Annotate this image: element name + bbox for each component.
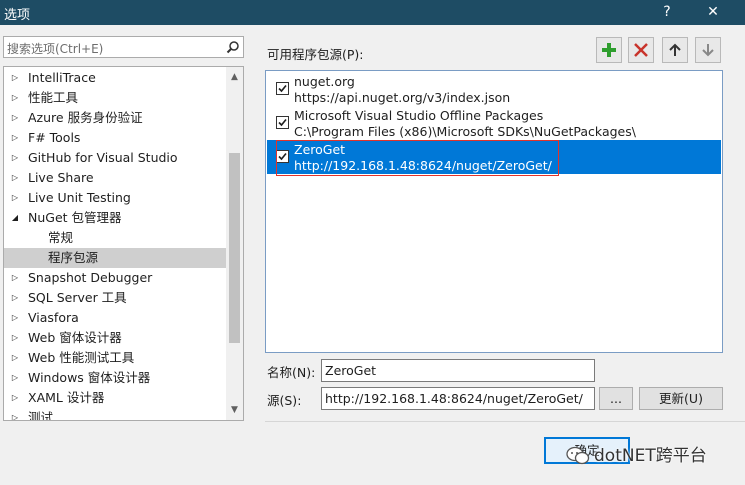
watermark-text: dotNET跨平台 (594, 446, 707, 466)
tree-item[interactable]: 程序包源 (4, 248, 226, 268)
arrow-up-icon (669, 43, 681, 56)
expand-arrow-icon[interactable]: ▷ (10, 148, 20, 168)
scroll-down-icon[interactable]: ▼ (226, 402, 243, 418)
tree-item-label: 性能工具 (28, 90, 79, 105)
source-list-item[interactable]: nuget.org https://api.nuget.org/v3/index.… (267, 72, 721, 106)
browse-button[interactable]: ... (599, 387, 633, 410)
source-label: 源(S): (267, 393, 302, 408)
tree-item-label: Live Share (28, 170, 94, 185)
source-name: Microsoft Visual Studio Offline Packages (294, 108, 544, 123)
wechat-icon (566, 446, 590, 465)
tree-scrollbar[interactable]: ▲ ▼ (226, 67, 243, 420)
collapse-arrow-icon[interactable]: ◢ (10, 208, 20, 228)
remove-source-button[interactable] (628, 37, 654, 63)
source-list-item[interactable]: Microsoft Visual Studio Offline Packages… (267, 106, 721, 140)
tree-item-label: 程序包源 (48, 250, 99, 265)
tree-item[interactable]: ▷ GitHub for Visual Studio (4, 148, 226, 168)
tree-item[interactable]: ▷ 性能工具 (4, 88, 226, 108)
move-down-button[interactable] (695, 37, 721, 63)
scroll-thumb[interactable] (229, 153, 240, 343)
expand-arrow-icon[interactable]: ▷ (10, 388, 20, 408)
tree-item[interactable]: ▷ F# Tools (4, 128, 226, 148)
expand-arrow-icon[interactable]: ▷ (10, 348, 20, 368)
update-button[interactable]: 更新(U) (639, 387, 723, 410)
tree-item-label: 测试 (28, 410, 54, 421)
expand-arrow-icon[interactable]: ▷ (10, 368, 20, 388)
expand-arrow-icon[interactable]: ▷ (10, 88, 20, 108)
options-dialog: 选项 ? ✕ 搜索选项(Ctrl+E) ▷ IntelliTrace ▷ 性能工具 ▷ A… (0, 0, 745, 485)
sources-label: 可用程序包源(P): (267, 47, 364, 62)
tree-item[interactable]: ▷ 测试 (4, 408, 226, 421)
tree-item[interactable]: 常规 (4, 228, 226, 248)
tree-item[interactable]: ▷ Windows 窗体设计器 (4, 368, 226, 388)
expand-arrow-icon[interactable]: ▷ (10, 68, 20, 88)
expand-arrow-icon[interactable]: ▷ (10, 408, 20, 420)
arrow-down-icon (702, 44, 714, 57)
tree-item[interactable]: ▷ Web 性能测试工具 (4, 348, 226, 368)
source-url: https://api.nuget.org/v3/index.json (294, 90, 511, 105)
name-field[interactable]: ZeroGet (321, 359, 595, 382)
tree-item-label: SQL Server 工具 (28, 290, 127, 305)
source-checkbox[interactable] (276, 116, 289, 129)
tree-item[interactable]: ▷ Live Unit Testing (4, 188, 226, 208)
tree-item[interactable]: ▷ IntelliTrace (4, 68, 226, 88)
tree-item[interactable]: ▷ SQL Server 工具 (4, 288, 226, 308)
expand-arrow-icon[interactable]: ▷ (10, 168, 20, 188)
tree-item[interactable]: ▷ XAML 设计器 (4, 388, 226, 408)
source-url: C:\Program Files (x86)\Microsoft SDKs\Nu… (294, 124, 636, 139)
tree-item-label: IntelliTrace (28, 70, 96, 85)
highlight-box (276, 140, 559, 176)
package-sources-list[interactable]: nuget.org https://api.nuget.org/v3/index.… (265, 70, 723, 353)
tree-item[interactable]: ▷ Snapshot Debugger (4, 268, 226, 288)
divider (265, 421, 745, 422)
plus-icon (602, 43, 616, 57)
tree-item-label: Windows 窗体设计器 (28, 370, 151, 385)
tree-item-label: XAML 设计器 (28, 390, 105, 405)
tree-item-label: F# Tools (28, 130, 81, 145)
tree-item-label: Viasfora (28, 310, 79, 325)
expand-arrow-icon[interactable]: ▷ (10, 188, 20, 208)
expand-arrow-icon[interactable]: ▷ (10, 108, 20, 128)
tree-item[interactable]: ▷ Azure 服务身份验证 (4, 108, 226, 128)
source-name: nuget.org (294, 74, 355, 89)
tree-item-label: Web 性能测试工具 (28, 350, 135, 365)
help-button[interactable]: ? (654, 0, 680, 25)
move-up-button[interactable] (662, 37, 688, 63)
expand-arrow-icon[interactable]: ▷ (10, 288, 20, 308)
expand-arrow-icon[interactable]: ▷ (10, 308, 20, 328)
search-placeholder: 搜索选项(Ctrl+E) (7, 42, 104, 56)
source-field[interactable]: http://192.168.1.48:8624/nuget/ZeroGet/ (321, 387, 595, 410)
search-input[interactable]: 搜索选项(Ctrl+E) (3, 36, 244, 58)
tree-item[interactable]: ▷ Live Share (4, 168, 226, 188)
options-tree[interactable]: ▷ IntelliTrace ▷ 性能工具 ▷ Azure 服务身份验证 ▷ F# Tools… (3, 66, 244, 421)
close-button[interactable]: ✕ (700, 0, 726, 25)
tree-item-label: Azure 服务身份验证 (28, 110, 143, 125)
dialog-title: 选项 (4, 8, 31, 23)
title-bar: 选项 ? ✕ (0, 0, 745, 25)
tree-item-label: Live Unit Testing (28, 190, 131, 205)
expand-arrow-icon[interactable]: ▷ (10, 328, 20, 348)
search-icon[interactable] (226, 40, 240, 54)
watermark: dotNET跨平台 (566, 441, 707, 466)
tree-item-label: 常规 (48, 230, 74, 245)
source-checkbox[interactable] (276, 82, 289, 95)
tree-item-label: Web 窗体设计器 (28, 330, 122, 345)
tree-item-label: NuGet 包管理器 (28, 210, 122, 225)
tree-item[interactable]: ◢ NuGet 包管理器 (4, 208, 226, 228)
x-icon (634, 43, 648, 57)
name-label: 名称(N): (267, 365, 316, 380)
add-source-button[interactable] (596, 37, 622, 63)
tree-item[interactable]: ▷ Viasfora (4, 308, 226, 328)
scroll-up-icon[interactable]: ▲ (226, 69, 243, 85)
expand-arrow-icon[interactable]: ▷ (10, 128, 20, 148)
expand-arrow-icon[interactable]: ▷ (10, 268, 20, 288)
tree-item-label: GitHub for Visual Studio (28, 150, 178, 165)
tree-item-label: Snapshot Debugger (28, 270, 153, 285)
tree-item[interactable]: ▷ Web 窗体设计器 (4, 328, 226, 348)
